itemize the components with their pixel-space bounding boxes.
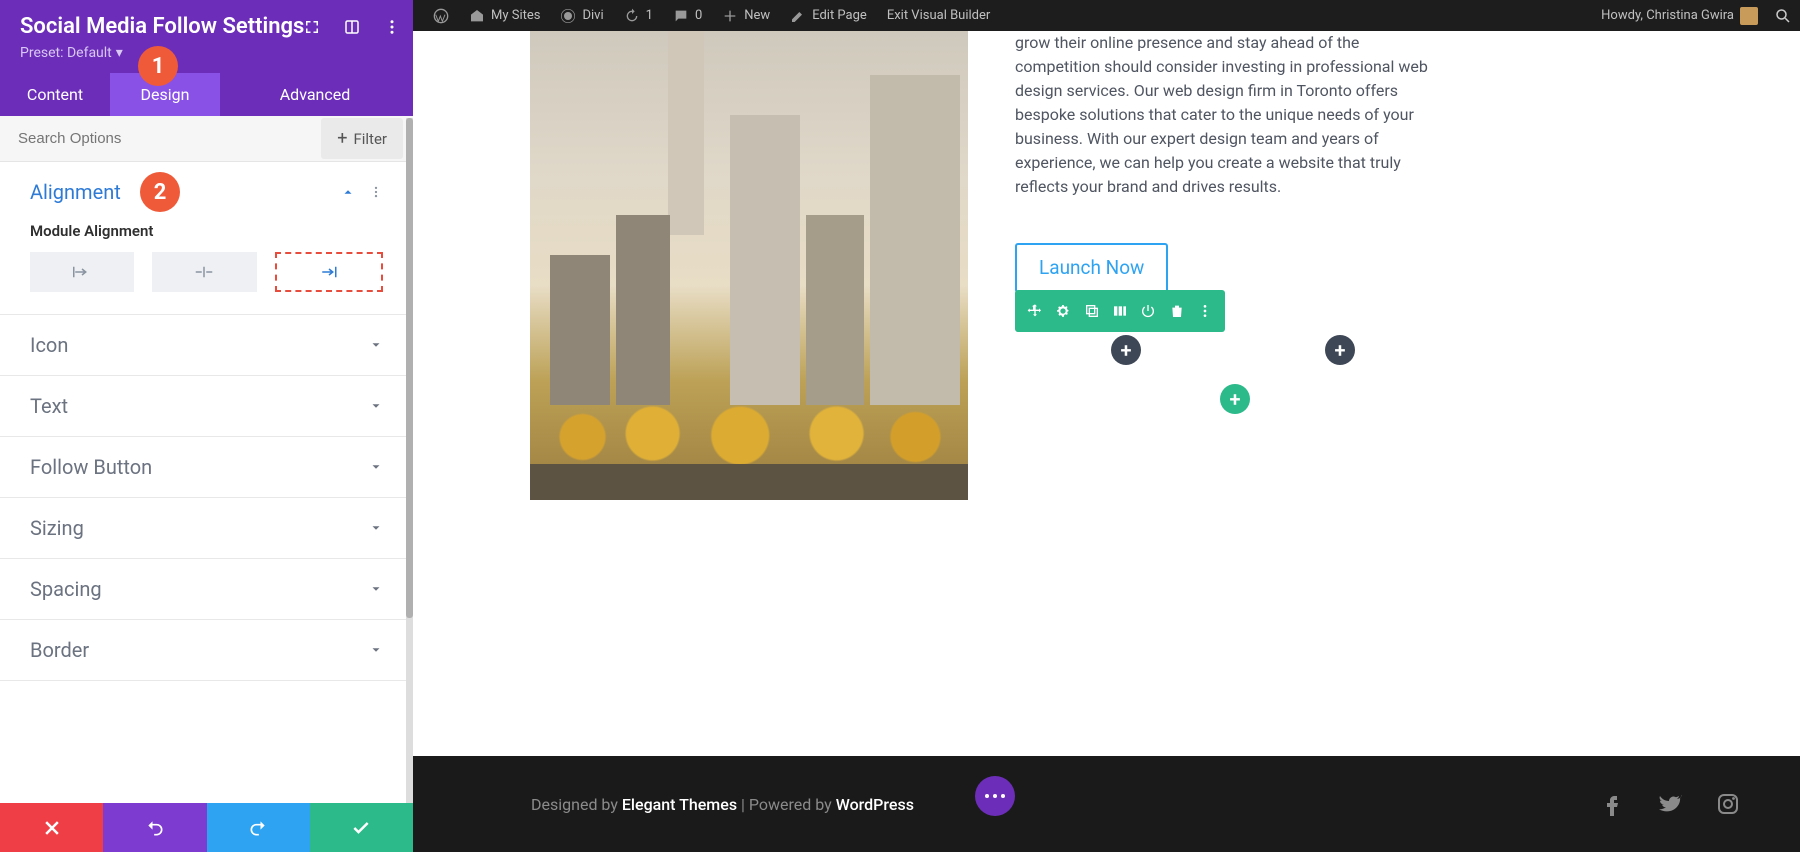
chevron-down-icon (369, 460, 383, 474)
panel-preset[interactable]: Preset: Default ▾ (20, 45, 393, 61)
settings-panel: Social Media Follow Settings Preset: Def… (0, 0, 413, 852)
redo-button[interactable] (207, 803, 310, 852)
chevron-up-icon (341, 185, 355, 199)
footer-credit: Designed by (531, 795, 622, 814)
annotation-badge-1: 1 (138, 46, 178, 86)
wp-my-sites[interactable]: My Sites (459, 0, 550, 31)
body-text: grow their online presence and stay ahea… (1015, 31, 1445, 199)
move-icon[interactable] (1027, 303, 1043, 319)
page-preview: grow their online presence and stay ahea… (413, 31, 1800, 852)
section-spacing[interactable]: Spacing (0, 559, 413, 619)
section-alignment[interactable]: Alignment (0, 162, 413, 222)
annotation-badge-2: 2 (140, 172, 180, 212)
align-right-button[interactable] (275, 252, 383, 292)
section-text[interactable]: Text (0, 376, 413, 436)
close-button[interactable] (0, 803, 103, 852)
section-border[interactable]: Border (0, 620, 413, 680)
filter-button[interactable]: +Filter (321, 118, 403, 159)
hero-image (530, 25, 968, 500)
align-left-button[interactable] (30, 252, 134, 292)
avatar[interactable] (1740, 7, 1758, 25)
search-input[interactable] (0, 116, 321, 161)
launch-button[interactable]: Launch Now (1015, 243, 1168, 293)
chevron-down-icon (369, 399, 383, 413)
module-alignment-label: Module Alignment (30, 222, 383, 240)
instagram-icon[interactable] (1716, 792, 1740, 816)
columns-icon[interactable] (1112, 303, 1128, 319)
wp-edit-page[interactable]: Edit Page (780, 0, 877, 31)
tab-advanced[interactable]: Advanced (220, 73, 410, 116)
section-sizing[interactable]: Sizing (0, 498, 413, 558)
module-toolbar (1015, 290, 1225, 332)
section-icon[interactable]: Icon (0, 315, 413, 375)
wp-exit-builder[interactable]: Exit Visual Builder (877, 0, 1000, 31)
panel-tabs: Content Design Advanced (0, 73, 413, 116)
search-icon[interactable] (1774, 7, 1792, 25)
wp-updates[interactable]: 1 (614, 0, 663, 31)
scrollbar[interactable] (406, 118, 413, 803)
facebook-icon[interactable] (1600, 792, 1624, 816)
undo-button[interactable] (103, 803, 206, 852)
more-icon[interactable] (1197, 303, 1213, 319)
trash-icon[interactable] (1169, 303, 1185, 319)
align-center-button[interactable] (152, 252, 256, 292)
footer-wp-link[interactable]: WordPress (836, 795, 914, 814)
wp-admin-bar: My Sites Divi 1 0 New Edit Page Exit Vis… (413, 0, 1800, 31)
responsive-icon[interactable] (343, 18, 361, 36)
section-follow-button[interactable]: Follow Button (0, 437, 413, 497)
footer: Designed by Elegant Themes | Powered by … (413, 756, 1800, 852)
kebab-icon[interactable] (383, 18, 401, 36)
module-alignment-options (30, 252, 383, 292)
twitter-icon[interactable] (1658, 792, 1682, 816)
add-module-button[interactable]: + (1111, 335, 1141, 365)
gear-icon[interactable] (1055, 303, 1071, 319)
save-button[interactable] (310, 803, 413, 852)
add-module-button[interactable]: + (1325, 335, 1355, 365)
power-icon[interactable] (1140, 303, 1156, 319)
chevron-down-icon (369, 643, 383, 657)
chevron-down-icon (369, 338, 383, 352)
footer-et-link[interactable]: Elegant Themes (622, 795, 737, 814)
wp-logo[interactable] (423, 0, 459, 31)
builder-menu-fab[interactable] (975, 776, 1015, 816)
wp-new[interactable]: New (712, 0, 780, 31)
wp-divi[interactable]: Divi (550, 0, 613, 31)
tab-content[interactable]: Content (0, 73, 110, 116)
chevron-down-icon (369, 582, 383, 596)
expand-icon[interactable] (303, 18, 321, 36)
chevron-down-icon (369, 521, 383, 535)
duplicate-icon[interactable] (1084, 303, 1100, 319)
wp-howdy[interactable]: Howdy, Christina Gwira (1601, 8, 1734, 23)
add-row-button[interactable]: + (1220, 384, 1250, 414)
wp-comments[interactable]: 0 (663, 0, 712, 31)
kebab-icon[interactable] (369, 185, 383, 199)
